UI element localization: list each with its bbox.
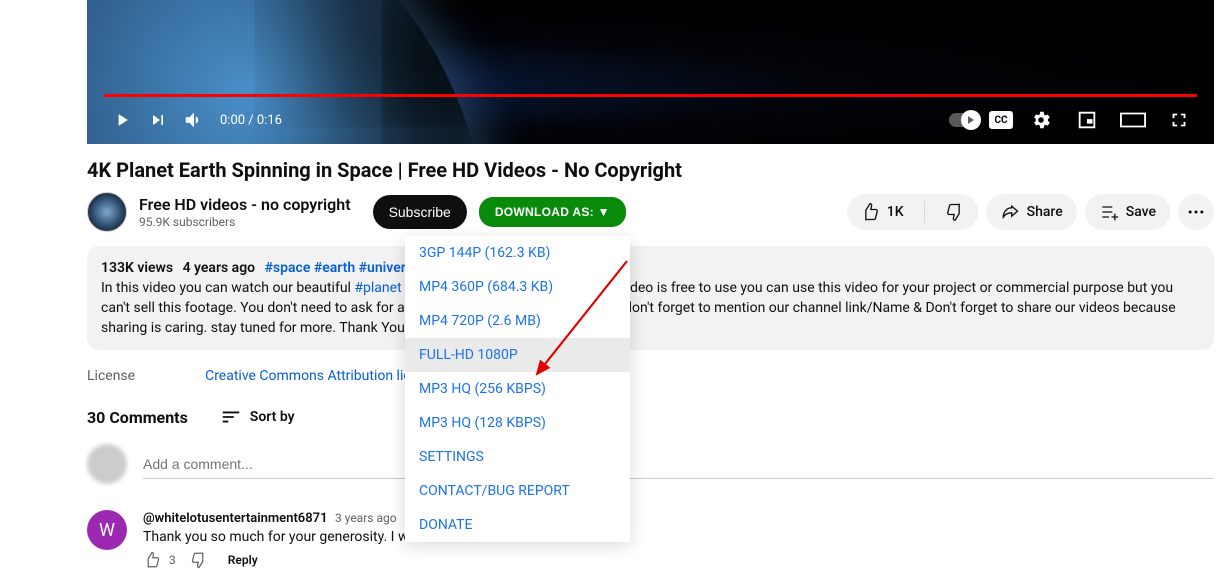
gear-icon: [1030, 109, 1052, 131]
dropdown-item-settings[interactable]: SETTINGS: [405, 440, 630, 474]
save-icon: [1099, 202, 1119, 222]
share-label: Share: [1027, 204, 1063, 220]
autoplay-toggle[interactable]: [949, 113, 979, 127]
license-label: License: [87, 368, 135, 384]
channel-name[interactable]: Free HD videos - no copyright: [139, 195, 351, 214]
more-actions-button[interactable]: [1178, 194, 1214, 230]
ellipsis-icon: [1186, 202, 1206, 222]
save-button[interactable]: Save: [1085, 194, 1170, 230]
add-comment-input[interactable]: [143, 450, 1214, 479]
download-format-dropdown: 3GP 144P (162.3 KB) MP4 360P (684.3 KB) …: [405, 236, 630, 542]
like-count: 1K: [887, 204, 904, 220]
captions-button[interactable]: CC: [989, 111, 1013, 129]
miniplayer-button[interactable]: [1069, 102, 1105, 138]
dropdown-item-3gp-144p[interactable]: 3GP 144P (162.3 KB): [405, 236, 630, 270]
commenter-avatar[interactable]: W: [87, 510, 127, 550]
comment-text: Thank you so much for your generosity. I…: [143, 529, 435, 545]
dropdown-item-contact[interactable]: CONTACT/BUG REPORT: [405, 474, 630, 508]
description-text-1: In this video you can watch our beautifu…: [101, 280, 354, 296]
sort-label: Sort by: [250, 409, 295, 425]
commenter-handle[interactable]: @whitelotusentertainment6871: [143, 511, 328, 526]
dropdown-item-mp4-360p[interactable]: MP4 360P (684.3 KB): [405, 270, 630, 304]
dropdown-item-mp3-256[interactable]: MP3 HQ (256 KBPS): [405, 372, 630, 406]
channel-avatar[interactable]: [87, 192, 127, 232]
like-dislike-pill: 1K: [847, 194, 978, 230]
pill-divider: [924, 201, 925, 223]
current-user-avatar[interactable]: [87, 444, 127, 484]
time-display: 0:00 / 0:16: [220, 113, 282, 128]
thumbs-up-icon: [860, 202, 880, 222]
video-title: 4K Planet Earth Spinning in Space | Free…: [87, 158, 1214, 182]
sort-icon: [220, 406, 242, 428]
save-label: Save: [1126, 204, 1156, 220]
dropdown-item-mp4-720p[interactable]: MP4 720P (2.6 MB): [405, 304, 630, 338]
comment-like-count: 3: [169, 553, 176, 567]
share-button[interactable]: Share: [986, 194, 1077, 230]
dropdown-item-mp3-128[interactable]: MP3 HQ (128 KBPS): [405, 406, 630, 440]
description-box[interactable]: 133K views 4 years ago #space #earth #un…: [87, 246, 1214, 350]
theater-button[interactable]: [1115, 102, 1151, 138]
settings-button[interactable]: [1023, 102, 1059, 138]
fullscreen-button[interactable]: [1161, 102, 1197, 138]
fullscreen-icon: [1168, 109, 1190, 131]
description-hashtags[interactable]: #space #earth #universe: [265, 260, 421, 276]
comment-item: W @whitelotusentertainment6871 3 years a…: [87, 510, 1214, 569]
channel-row: Free HD videos - no copyright 95.9K subs…: [87, 192, 1214, 232]
video-player[interactable]: 0:00 / 0:16 CC: [87, 0, 1214, 144]
dropdown-item-donate[interactable]: DONATE: [405, 508, 630, 542]
like-button[interactable]: 1K: [847, 194, 917, 230]
next-button[interactable]: [140, 102, 176, 138]
volume-icon: [183, 109, 205, 131]
play-icon: [112, 109, 132, 131]
dropdown-item-fullhd-1080p[interactable]: FULL-HD 1080P: [405, 338, 630, 372]
comment-like-button[interactable]: [143, 551, 161, 569]
upload-age: 4 years ago: [183, 260, 256, 276]
next-icon: [148, 110, 168, 130]
comments-count: 30 Comments: [87, 408, 188, 427]
thumbs-down-icon: [945, 202, 965, 222]
theater-icon: [1120, 110, 1146, 130]
license-row: License Creative Commons Attribution lic…: [87, 368, 1214, 384]
miniplayer-icon: [1076, 109, 1098, 131]
subscribe-button[interactable]: Subscribe: [373, 195, 467, 229]
comment-reply-button[interactable]: Reply: [228, 553, 258, 567]
comment-dislike-button[interactable]: [190, 551, 208, 569]
sort-by-button[interactable]: Sort by: [220, 406, 295, 428]
download-as-button[interactable]: DOWNLOAD AS: ▼: [479, 197, 626, 227]
dislike-button[interactable]: [932, 194, 978, 230]
comment-time: 3 years ago: [335, 511, 397, 525]
view-count: 133K views: [101, 260, 173, 276]
share-icon: [1000, 202, 1020, 222]
subscriber-count: 95.9K subscribers: [139, 215, 351, 229]
play-button[interactable]: [104, 102, 140, 138]
volume-button[interactable]: [176, 102, 212, 138]
